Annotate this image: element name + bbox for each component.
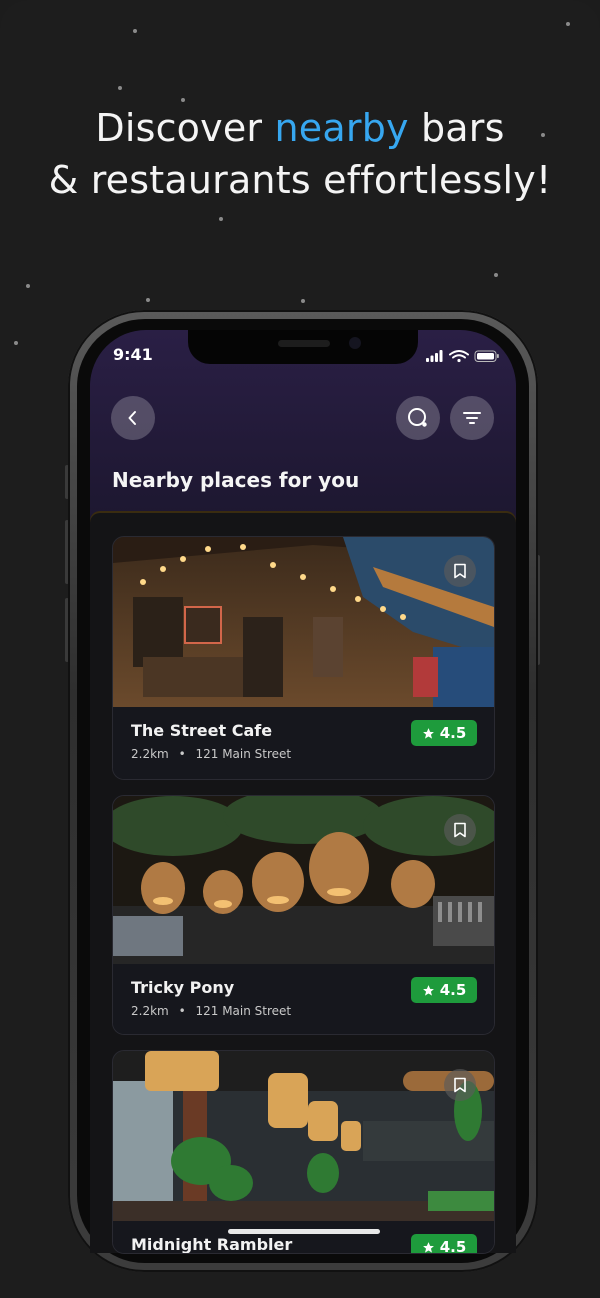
bookmark-button[interactable] bbox=[444, 555, 476, 587]
star-dot bbox=[14, 341, 18, 345]
star-icon bbox=[422, 984, 434, 996]
place-distance: 2.2km bbox=[131, 747, 169, 761]
rating-badge: 4.5 bbox=[411, 1234, 477, 1254]
star-dot bbox=[566, 22, 570, 26]
camera bbox=[349, 337, 361, 349]
headline-accent: nearby bbox=[274, 106, 409, 150]
place-info: The Street Cafe 2.2km • 121 Main Street … bbox=[113, 707, 494, 779]
place-info: Tricky Pony 2.2km • 121 Main Street 4.5 bbox=[113, 964, 494, 1034]
bookmark-icon bbox=[454, 563, 466, 579]
place-address: 121 Main Street bbox=[195, 1004, 292, 1018]
place-name: Midnight Rambler bbox=[131, 1235, 293, 1254]
place-meta: 2.2km • 121 Main Street bbox=[131, 1004, 291, 1018]
filter-button[interactable] bbox=[450, 396, 494, 440]
star-dot bbox=[219, 217, 223, 221]
star-dot bbox=[301, 299, 305, 303]
rating-value: 4.5 bbox=[439, 981, 467, 999]
back-button[interactable] bbox=[111, 396, 155, 440]
rating-value: 4.5 bbox=[439, 724, 467, 742]
home-indicator[interactable] bbox=[228, 1229, 380, 1234]
meta-separator: • bbox=[178, 1004, 186, 1018]
place-name: Tricky Pony bbox=[131, 978, 235, 997]
place-distance: 2.2km bbox=[131, 1004, 169, 1018]
place-card[interactable]: The Street Cafe 2.2km • 121 Main Street … bbox=[112, 536, 495, 780]
search-button[interactable] bbox=[396, 396, 440, 440]
headline-line-2: & restaurants effortlessly! bbox=[48, 158, 552, 202]
cafe-interior-photo bbox=[113, 537, 494, 707]
star-dot bbox=[494, 273, 498, 277]
headline-text: Discover bbox=[95, 106, 275, 150]
star-dot bbox=[133, 29, 137, 33]
notch bbox=[188, 330, 418, 364]
headline-text: bars bbox=[408, 106, 505, 150]
place-meta: 2.2km • 121 Main Street bbox=[131, 747, 291, 761]
star-icon bbox=[422, 727, 434, 739]
wifi-icon bbox=[449, 350, 469, 363]
place-name: The Street Cafe bbox=[131, 721, 273, 740]
signal-icon bbox=[426, 350, 443, 362]
star-dot bbox=[146, 298, 150, 302]
page-title: Nearby places for you bbox=[112, 468, 360, 492]
star-icon bbox=[422, 1241, 434, 1253]
headline-line-1: Discover nearby bars bbox=[0, 102, 600, 154]
search-icon bbox=[408, 408, 427, 427]
rating-value: 4.5 bbox=[439, 1238, 467, 1254]
star-dot bbox=[118, 86, 122, 90]
status-icons bbox=[426, 348, 500, 363]
star-dot bbox=[26, 284, 30, 288]
filter-icon bbox=[463, 412, 481, 424]
bookmark-icon bbox=[454, 822, 466, 838]
bookmark-button[interactable] bbox=[444, 1069, 476, 1101]
chevron-left-icon bbox=[128, 411, 136, 425]
bar-interior-photo bbox=[113, 796, 494, 964]
bookmark-icon bbox=[454, 1077, 466, 1093]
place-info: Midnight Rambler 4.5 bbox=[113, 1221, 494, 1254]
rating-badge: 4.5 bbox=[411, 720, 477, 746]
restaurant-interior-photo bbox=[113, 1051, 494, 1221]
headline: Discover nearby bars & restaurants effor… bbox=[0, 102, 600, 206]
status-time: 9:41 bbox=[113, 345, 153, 364]
place-address: 121 Main Street bbox=[195, 747, 292, 761]
place-card[interactable]: Tricky Pony 2.2km • 121 Main Street 4.5 bbox=[112, 795, 495, 1035]
meta-separator: • bbox=[178, 747, 186, 761]
place-card[interactable]: Midnight Rambler 4.5 bbox=[112, 1050, 495, 1254]
rating-badge: 4.5 bbox=[411, 977, 477, 1003]
bookmark-button[interactable] bbox=[444, 814, 476, 846]
battery-icon bbox=[474, 350, 499, 362]
speaker bbox=[278, 340, 330, 347]
